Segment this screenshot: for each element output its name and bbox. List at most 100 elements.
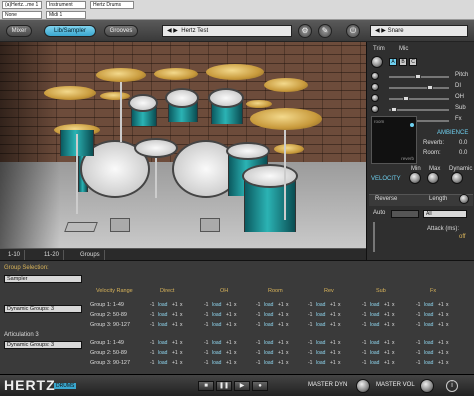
slot-minus-r1-c1[interactable]: -1 xyxy=(150,302,154,308)
slot-plus-r5-c2[interactable]: +1 xyxy=(226,350,232,356)
slot-xmark-r4-c5[interactable]: x xyxy=(392,340,395,346)
snare-drum[interactable] xyxy=(134,138,178,158)
slot-plus-r2-c2[interactable]: +1 xyxy=(226,312,232,318)
slot-minus-r2-c5[interactable]: -1 xyxy=(362,312,366,318)
tab-grooves[interactable]: Grooves xyxy=(104,25,138,37)
di-slider[interactable] xyxy=(389,87,449,89)
slot-load-r4-c6[interactable]: load xyxy=(424,340,433,346)
slot-plus-r1-c4[interactable]: +1 xyxy=(330,302,336,308)
slot-minus-r6-c6[interactable]: -1 xyxy=(416,360,420,366)
slot-xmark-r1-c1[interactable]: x xyxy=(180,302,183,308)
master-dyn-knob[interactable] xyxy=(356,379,370,393)
power-icon[interactable]: ⏻ xyxy=(346,24,360,38)
slot-load-r3-c1[interactable]: load xyxy=(158,322,167,328)
group-select[interactable]: All xyxy=(423,210,467,218)
mic-a-button[interactable]: A xyxy=(389,58,397,66)
slot-load-r5-c3[interactable]: load xyxy=(264,350,273,356)
slot-xmark-r3-c4[interactable]: x xyxy=(338,322,341,328)
kit-selector[interactable]: ◀ ▶ Hertz Test xyxy=(162,25,292,37)
slot-load-r1-c2[interactable]: load xyxy=(212,302,221,308)
slot-xmark-r2-c3[interactable]: x xyxy=(286,312,289,318)
hihat-pedal[interactable] xyxy=(64,222,98,232)
slot-plus-r6-c3[interactable]: +1 xyxy=(278,360,284,366)
slot-xmark-r5-c2[interactable]: x xyxy=(234,350,237,356)
slot-minus-r2-c4[interactable]: -1 xyxy=(308,312,312,318)
slot-minus-r6-c4[interactable]: -1 xyxy=(308,360,312,366)
slot-load-r6-c4[interactable]: load xyxy=(316,360,325,366)
slot-xmark-r1-c3[interactable]: x xyxy=(286,302,289,308)
di-slider-thumb[interactable] xyxy=(427,85,433,90)
mic-b-button[interactable]: B xyxy=(399,58,407,66)
slot-plus-r5-c5[interactable]: +1 xyxy=(384,350,390,356)
tom-2[interactable] xyxy=(165,88,199,108)
slot-load-r1-c6[interactable]: load xyxy=(424,302,433,308)
pitch-slider-thumb[interactable] xyxy=(415,74,421,79)
slot-plus-r2-c3[interactable]: +1 xyxy=(278,312,284,318)
tab-1-10[interactable]: 1-10 xyxy=(4,250,26,260)
slot-plus-r2-c4[interactable]: +1 xyxy=(330,312,336,318)
tab-groups[interactable]: Groups xyxy=(76,250,105,260)
slot-xmark-r3-c1[interactable]: x xyxy=(180,322,183,328)
slot-load-r2-c5[interactable]: load xyxy=(370,312,379,318)
oh-slider-thumb[interactable] xyxy=(403,96,409,101)
slot-xmark-r6-c4[interactable]: x xyxy=(338,360,341,366)
slot-minus-r5-c4[interactable]: -1 xyxy=(308,350,312,356)
slot-minus-r2-c2[interactable]: -1 xyxy=(204,312,208,318)
slot-minus-r6-c1[interactable]: -1 xyxy=(150,360,154,366)
slot-minus-r3-c6[interactable]: -1 xyxy=(416,322,420,328)
mic-c-button[interactable]: C xyxy=(409,58,417,66)
slot-minus-r4-c4[interactable]: -1 xyxy=(308,340,312,346)
slot-plus-r4-c5[interactable]: +1 xyxy=(384,340,390,346)
slot-minus-r4-c2[interactable]: -1 xyxy=(204,340,208,346)
record-icon[interactable]: ● xyxy=(252,381,268,391)
slot-load-r1-c4[interactable]: load xyxy=(316,302,325,308)
slot-xmark-r4-c3[interactable]: x xyxy=(286,340,289,346)
slot-plus-r3-c5[interactable]: +1 xyxy=(384,322,390,328)
slot-minus-r4-c5[interactable]: -1 xyxy=(362,340,366,346)
slot-minus-r2-c6[interactable]: -1 xyxy=(416,312,420,318)
slot-plus-r1-c5[interactable]: +1 xyxy=(384,302,390,308)
slot-xmark-r5-c1[interactable]: x xyxy=(180,350,183,356)
slot-xmark-r1-c5[interactable]: x xyxy=(392,302,395,308)
stack-cymbal[interactable] xyxy=(100,92,130,100)
slot-minus-r5-c3[interactable]: -1 xyxy=(256,350,260,356)
master-vol-knob[interactable] xyxy=(420,379,434,393)
slot-xmark-r1-c2[interactable]: x xyxy=(234,302,237,308)
velocity-min-knob[interactable] xyxy=(409,172,421,184)
oh-knob[interactable] xyxy=(371,94,379,102)
slot-plus-r3-c4[interactable]: +1 xyxy=(330,322,336,328)
slot-minus-r1-c5[interactable]: -1 xyxy=(362,302,366,308)
slot-xmark-r6-c2[interactable]: x xyxy=(234,360,237,366)
slot-xmark-r6-c5[interactable]: x xyxy=(392,360,395,366)
slot-minus-r3-c5[interactable]: -1 xyxy=(362,322,366,328)
edit-icon[interactable]: ✎ xyxy=(318,24,332,38)
stop-icon[interactable]: ■ xyxy=(198,381,214,391)
slot-plus-r6-c5[interactable]: +1 xyxy=(384,360,390,366)
slot-plus-r1-c1[interactable]: +1 xyxy=(172,302,178,308)
floor-tom-2[interactable] xyxy=(242,164,298,188)
slot-xmark-r3-c3[interactable]: x xyxy=(286,322,289,328)
slot-load-r5-c4[interactable]: load xyxy=(316,350,325,356)
slot-plus-r1-c6[interactable]: +1 xyxy=(438,302,444,308)
slot-minus-r6-c3[interactable]: -1 xyxy=(256,360,260,366)
slot-xmark-r4-c4[interactable]: x xyxy=(338,340,341,346)
slot-plus-r5-c1[interactable]: +1 xyxy=(172,350,178,356)
slot-plus-r2-c5[interactable]: +1 xyxy=(384,312,390,318)
pause-icon[interactable]: ❚❚ xyxy=(216,381,232,391)
slot-load-r6-c1[interactable]: load xyxy=(158,360,167,366)
slot-xmark-r3-c2[interactable]: x xyxy=(234,322,237,328)
play-icon[interactable]: ▶ xyxy=(234,381,250,391)
slot-load-r3-c3[interactable]: load xyxy=(264,322,273,328)
crash-cymbal-left[interactable] xyxy=(96,68,146,82)
slot-xmark-r3-c6[interactable]: x xyxy=(446,322,449,328)
slot-minus-r1-c4[interactable]: -1 xyxy=(308,302,312,308)
slot-load-r1-c5[interactable]: load xyxy=(370,302,379,308)
sub-knob[interactable] xyxy=(371,105,379,113)
slot-xmark-r2-c4[interactable]: x xyxy=(338,312,341,318)
slot-load-r6-c2[interactable]: load xyxy=(212,360,221,366)
slot-load-r5-c5[interactable]: load xyxy=(370,350,379,356)
slot-minus-r1-c6[interactable]: -1 xyxy=(416,302,420,308)
tab-11-20[interactable]: 11-20 xyxy=(40,250,64,260)
dynamic-groups-select-a[interactable]: Dynamic Groups: 3 xyxy=(4,305,82,313)
slot-plus-r4-c3[interactable]: +1 xyxy=(278,340,284,346)
